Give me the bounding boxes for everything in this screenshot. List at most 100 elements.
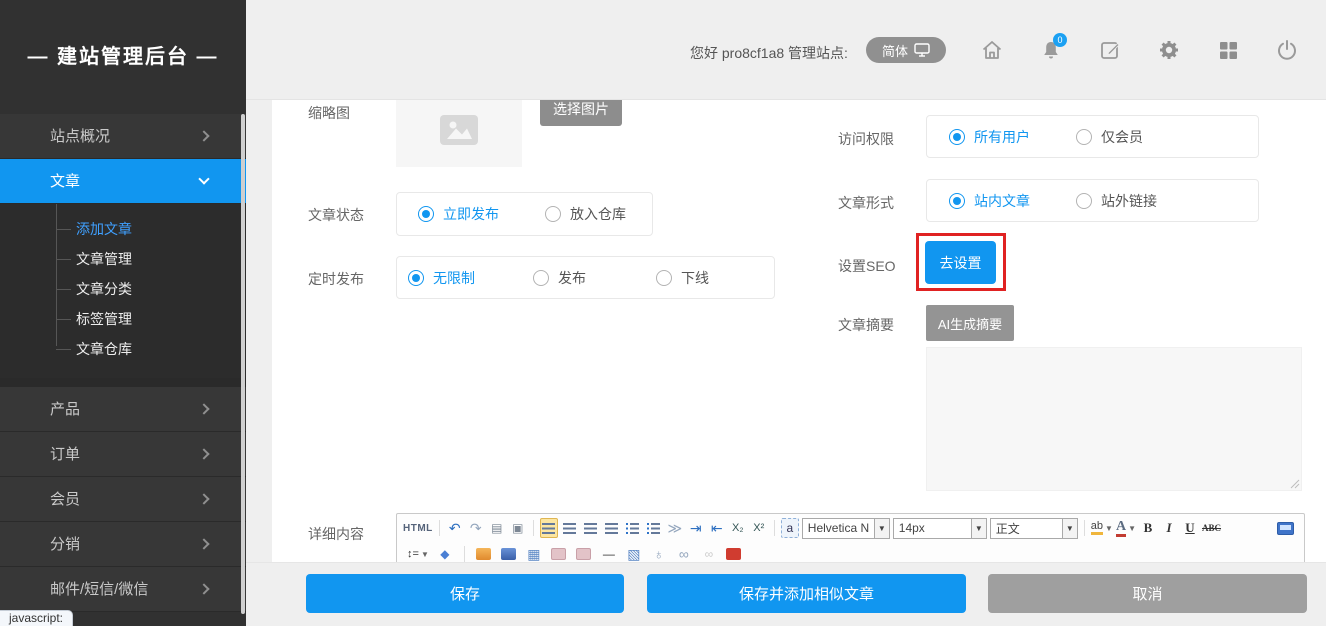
align-justify-icon[interactable] <box>603 518 621 538</box>
radio-all-users[interactable]: 所有用户 <box>949 127 1030 147</box>
html-source-icon[interactable]: HTML <box>403 518 433 538</box>
superscript-icon[interactable]: X² <box>750 518 768 538</box>
strikethrough-icon[interactable]: ABC <box>1202 518 1221 538</box>
browser-status-tooltip: javascript: <box>0 610 73 626</box>
anchor-icon[interactable]: a <box>781 518 799 538</box>
font-size-select[interactable]: 14px ▼ <box>893 518 987 539</box>
insert-media-icon[interactable] <box>500 544 518 562</box>
insert-map-icon[interactable]: ▧ <box>625 544 643 562</box>
radio-selected-icon <box>949 129 965 145</box>
insert-image-icon[interactable] <box>475 544 493 562</box>
radio-publish-time[interactable]: 发布 <box>533 268 586 288</box>
sidebar-item-orders[interactable]: 订单 <box>0 432 246 477</box>
redo-icon[interactable]: ↷ <box>467 518 485 538</box>
language-toggle-button[interactable]: 简体 <box>866 37 946 63</box>
insert-link-icon[interactable]: ∞ <box>675 544 693 562</box>
line-height-icon[interactable]: ↕=▼ <box>407 544 429 562</box>
seo-setup-button[interactable]: 去设置 <box>925 241 996 284</box>
summary-textarea[interactable] <box>926 347 1302 491</box>
manage-site-label: 管理站点: <box>788 43 848 63</box>
remove-link-icon[interactable]: ∞ <box>700 544 718 562</box>
home-icon[interactable] <box>980 38 1004 62</box>
sidebar-item-articles[interactable]: 文章 <box>0 159 246 204</box>
thumbnail-preview[interactable] <box>396 100 522 167</box>
radio-offline-time[interactable]: 下线 <box>656 268 709 288</box>
sidebar-item-mail-sms-wechat[interactable]: 邮件/短信/微信 <box>0 567 246 612</box>
align-right-icon[interactable] <box>582 518 600 538</box>
undo-icon[interactable]: ↶ <box>446 518 464 538</box>
radio-no-limit[interactable]: 无限制 <box>408 268 475 288</box>
chevron-right-icon <box>198 538 209 549</box>
insert-code-icon[interactable] <box>575 544 593 562</box>
sidebar-item-site-overview[interactable]: 站点概况 <box>0 114 246 159</box>
radio-members-only[interactable]: 仅会员 <box>1076 127 1143 147</box>
horizontal-rule-icon[interactable]: — <box>600 544 618 562</box>
unordered-list-icon[interactable] <box>645 518 663 538</box>
radio-to-warehouse[interactable]: 放入仓库 <box>545 204 626 224</box>
top-header: 您好 pro8cf1a8 管理站点: 简体 0 <box>246 0 1326 100</box>
submenu-tag-manage[interactable]: 标签管理 <box>0 304 246 334</box>
insert-table-icon[interactable]: ▦ <box>525 544 543 562</box>
save-button[interactable]: 保存 <box>306 574 624 613</box>
timed-publish-label: 定时发布 <box>308 269 364 289</box>
submenu-article-warehouse[interactable]: 文章仓库 <box>0 334 246 364</box>
seo-label: 设置SEO <box>838 256 896 276</box>
access-permission-label: 访问权限 <box>838 129 894 149</box>
cancel-button[interactable]: 取消 <box>988 574 1307 613</box>
paragraph-outdent-icon[interactable]: ≫ <box>666 518 684 538</box>
highlight-color-icon[interactable]: ab ▼ <box>1091 518 1113 538</box>
print-icon[interactable]: ▤ <box>488 518 506 538</box>
radio-icon <box>1076 193 1092 209</box>
chevron-right-icon <box>198 403 209 414</box>
monitor-icon <box>914 43 930 57</box>
italic-icon[interactable]: I <box>1160 518 1178 538</box>
paste-text-icon[interactable]: ▣ <box>509 518 527 538</box>
chevron-down-icon <box>198 173 209 184</box>
ai-generate-summary-button[interactable]: AI生成摘要 <box>926 305 1014 341</box>
notification-badge: 0 <box>1053 33 1067 47</box>
radio-selected-icon <box>408 270 424 286</box>
bell-icon[interactable]: 0 <box>1039 38 1063 62</box>
chevron-down-icon: ▼ <box>1105 524 1113 533</box>
article-status-label: 文章状态 <box>308 205 364 225</box>
radio-external-link[interactable]: 站外链接 <box>1076 191 1157 211</box>
power-icon[interactable] <box>1275 38 1299 62</box>
font-family-select[interactable]: Helvetica N ▼ <box>802 518 890 539</box>
radio-internal-article[interactable]: 站内文章 <box>949 191 1030 211</box>
chevron-down-icon: ▼ <box>971 519 986 538</box>
sidebar-scrollbar[interactable] <box>241 114 245 614</box>
article-form-label: 文章形式 <box>838 193 894 213</box>
ordered-list-icon[interactable] <box>624 518 642 538</box>
articles-submenu: 添加文章 文章管理 文章分类 标签管理 文章仓库 <box>0 204 246 379</box>
edit-icon[interactable] <box>1098 38 1122 62</box>
sidebar-menu: 站点概况 文章 添加文章 文章管理 文章分类 标签管理 文章仓库 产品 订单 会… <box>0 114 246 612</box>
indent-increase-icon[interactable]: ⇥ <box>687 518 705 538</box>
choose-image-button[interactable]: 选择图片 <box>540 100 622 126</box>
font-color-icon[interactable]: A ▼ <box>1116 518 1136 538</box>
chevron-right-icon <box>198 130 209 141</box>
underline-icon[interactable]: U <box>1181 518 1199 538</box>
sidebar-item-distribution[interactable]: 分销 <box>0 522 246 567</box>
fullscreen-icon[interactable] <box>1277 522 1294 535</box>
subscript-icon[interactable]: X₂ <box>729 518 747 538</box>
bold-icon[interactable]: B <box>1139 518 1157 538</box>
insert-anchor-icon[interactable]: ♁ <box>650 544 668 562</box>
gear-icon[interactable] <box>1157 38 1181 62</box>
apps-grid-icon[interactable] <box>1216 38 1240 62</box>
insert-template-icon[interactable] <box>550 544 568 562</box>
align-left-icon[interactable] <box>540 518 558 538</box>
align-center-icon[interactable] <box>561 518 579 538</box>
sidebar-item-members[interactable]: 会员 <box>0 477 246 522</box>
submenu-add-article[interactable]: 添加文章 <box>0 214 246 244</box>
radio-publish-now[interactable]: 立即发布 <box>418 204 499 224</box>
paragraph-style-select[interactable]: 正文 ▼ <box>990 518 1078 539</box>
indent-decrease-icon[interactable]: ⇤ <box>708 518 726 538</box>
submenu-article-manage[interactable]: 文章管理 <box>0 244 246 274</box>
save-and-add-similar-button[interactable]: 保存并添加相似文章 <box>647 574 966 613</box>
remove-format-icon[interactable]: ◆ <box>436 544 454 562</box>
submenu-article-category[interactable]: 文章分类 <box>0 274 246 304</box>
sidebar-item-products[interactable]: 产品 <box>0 387 246 432</box>
insert-pdf-icon[interactable] <box>725 544 743 562</box>
radio-icon <box>1076 129 1092 145</box>
chevron-right-icon <box>198 493 209 504</box>
